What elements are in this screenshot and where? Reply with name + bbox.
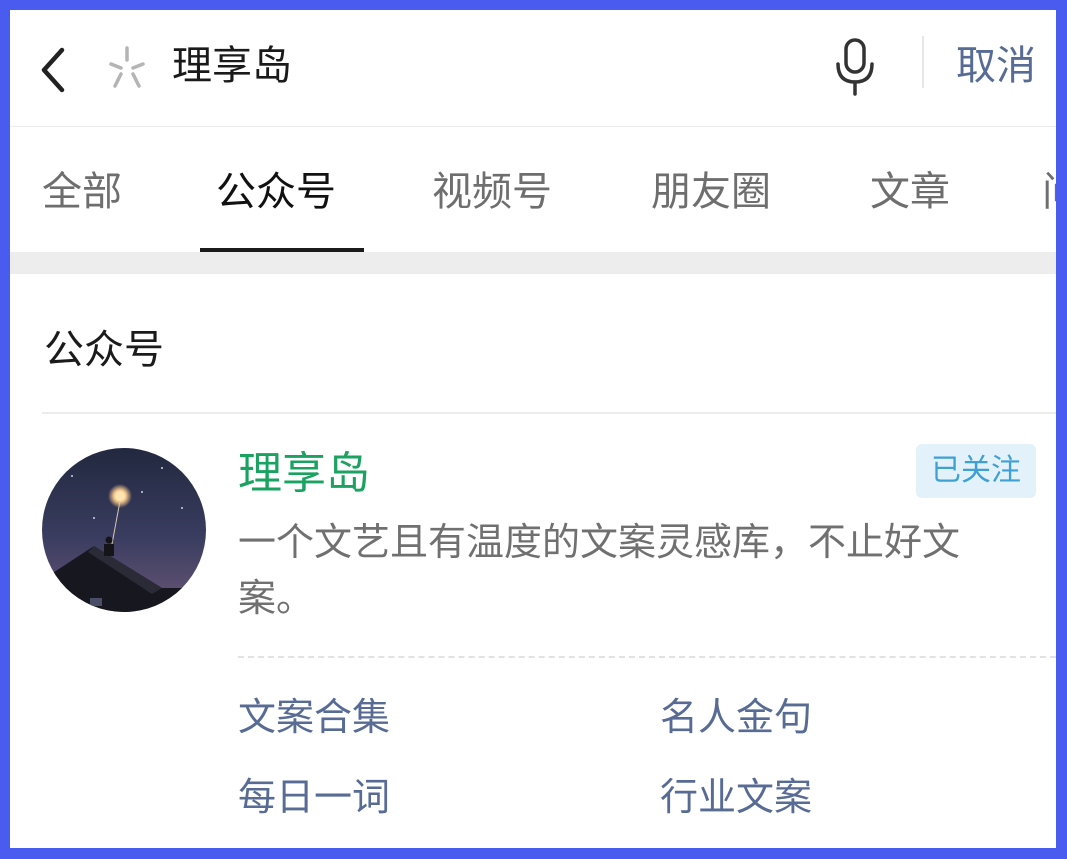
menu-link-daily-word[interactable]: 每日一词 xyxy=(238,770,390,824)
section-gap xyxy=(10,252,1056,274)
tab-moments[interactable]: 朋友圈 xyxy=(651,164,771,220)
cancel-button[interactable]: 取消 xyxy=(956,38,1036,94)
search-bar-divider xyxy=(922,36,924,88)
tab-more[interactable]: 问 xyxy=(1042,164,1056,220)
app-screen: 理享岛 取消 全部 公众号 视频号 朋友圈 文章 问 公众号 xyxy=(10,10,1056,848)
account-description: 一个文艺且有温度的文案灵感库，不止好文案。 xyxy=(238,520,961,620)
tab-official-accounts[interactable]: 公众号 xyxy=(216,164,336,220)
menu-divider xyxy=(238,656,1056,658)
avatar[interactable] xyxy=(42,448,206,612)
section-title: 公众号 xyxy=(44,327,164,373)
back-arrow-icon[interactable] xyxy=(36,42,72,98)
tab-all[interactable]: 全部 xyxy=(42,164,122,220)
tab-articles[interactable]: 文章 xyxy=(870,164,950,220)
tab-channels[interactable]: 视频号 xyxy=(432,164,552,220)
section-divider xyxy=(42,412,1056,414)
search-input[interactable]: 理享岛 xyxy=(172,38,292,94)
follow-status-badge: 已关注 xyxy=(916,444,1036,498)
menu-link-famous-quotes[interactable]: 名人金句 xyxy=(660,690,812,744)
menu-link-industry-copy[interactable]: 行业文案 xyxy=(660,770,812,824)
microphone-icon[interactable] xyxy=(832,36,878,98)
search-tabs: 全部 公众号 视频号 朋友圈 文章 问 xyxy=(10,128,1056,253)
account-name[interactable]: 理享岛 xyxy=(238,444,370,504)
search-bar: 理享岛 取消 xyxy=(10,10,1056,127)
sparkle-icon xyxy=(109,46,145,88)
menu-link-copy-collection[interactable]: 文案合集 xyxy=(238,690,390,744)
avatar-night-scene-icon xyxy=(42,448,206,612)
